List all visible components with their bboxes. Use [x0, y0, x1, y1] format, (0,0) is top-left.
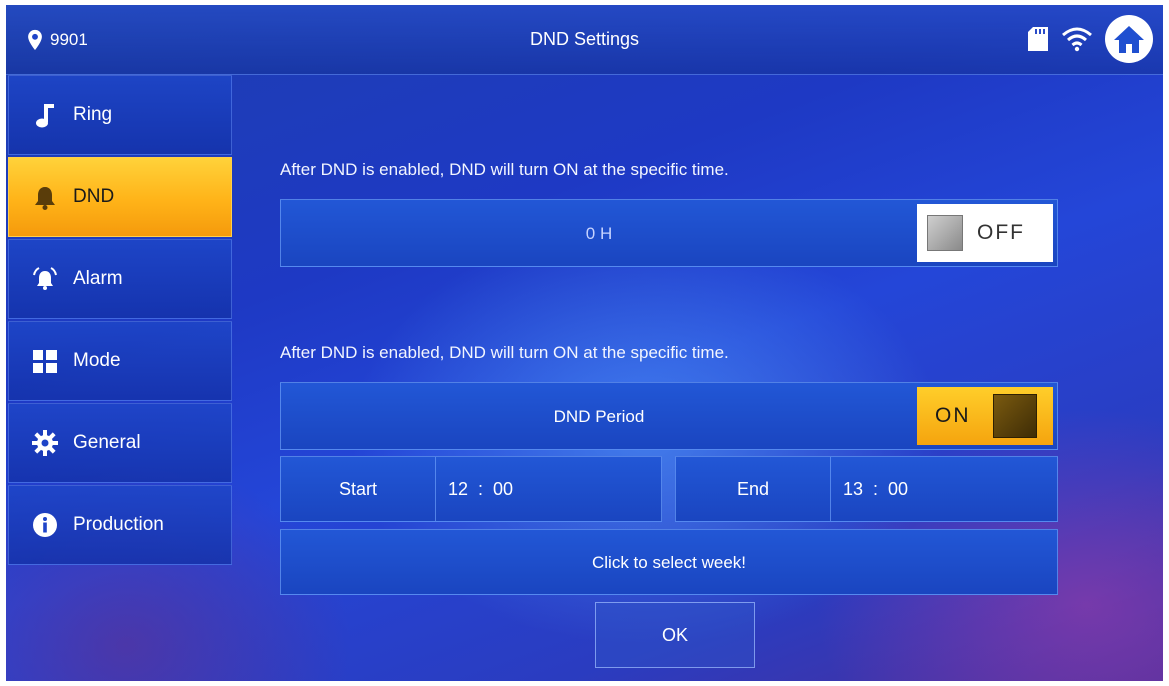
gear-icon — [32, 430, 58, 456]
ok-button-label: OK — [661, 624, 688, 645]
sidebar-item-production[interactable]: Production — [8, 485, 232, 565]
dnd-hint-text: After DND is enabled, DND will turn ON a… — [280, 160, 729, 179]
wifi-icon — [1062, 27, 1092, 52]
top-bar: 9901 DND Settings — [6, 5, 1163, 75]
sidebar-item-label: Production — [73, 514, 164, 535]
sidebar-item-label: DND — [73, 186, 115, 207]
home-icon — [1114, 26, 1144, 53]
screen: 9901 DND Settings Ring DND Alarm Mode Ge… — [6, 5, 1163, 681]
toggle-state-label: OFF — [977, 221, 1025, 244]
sidebar-item-ring[interactable]: Ring — [8, 75, 232, 155]
sidebar-item-dnd[interactable]: DND — [8, 157, 232, 237]
sidebar-item-alarm[interactable]: Alarm — [8, 239, 232, 319]
toggle-knob — [992, 394, 1037, 438]
dnd-duration-row: 0 H OFF — [280, 199, 1058, 267]
sidebar-item-general[interactable]: General — [8, 403, 232, 483]
end-minute: 00 — [888, 478, 909, 499]
select-week-button[interactable]: Click to select week! — [280, 529, 1058, 595]
start-hour: 12 — [448, 478, 469, 499]
start-minute: 00 — [493, 478, 514, 499]
bell-icon — [35, 187, 55, 210]
sd-card-icon — [1028, 27, 1048, 51]
sidebar: Ring DND Alarm Mode General Production — [8, 75, 232, 567]
sidebar-item-label: Mode — [73, 350, 121, 371]
sidebar-item-label: Alarm — [73, 268, 123, 289]
dnd-period-toggle[interactable]: ON — [917, 387, 1053, 445]
end-time-field[interactable]: End 13 : 00 — [675, 456, 1058, 522]
grid-icon — [33, 350, 57, 373]
start-label: Start — [281, 457, 436, 521]
dnd-period-row: DND Period ON — [280, 382, 1058, 450]
toggle-knob — [927, 215, 963, 251]
info-icon — [33, 513, 57, 537]
select-week-label: Click to select week! — [592, 553, 746, 572]
status-icons — [1027, 15, 1153, 63]
sidebar-item-label: General — [73, 432, 141, 453]
start-time-value[interactable]: 12 : 00 — [436, 457, 513, 521]
toggle-state-label: ON — [935, 404, 971, 427]
time-separator: : — [873, 478, 879, 499]
sidebar-item-label: Ring — [73, 104, 113, 125]
end-label: End — [676, 457, 831, 521]
end-hour: 13 — [843, 478, 864, 499]
alarm-icon — [33, 267, 57, 290]
sidebar-item-mode[interactable]: Mode — [8, 321, 232, 401]
dnd-duration-value: 0 H — [585, 224, 613, 243]
page-title: DND Settings — [529, 29, 640, 49]
dnd-period-hint-text: After DND is enabled, DND will turn ON a… — [280, 343, 729, 362]
music-note-icon — [36, 104, 54, 128]
dnd-period-label: DND Period — [553, 407, 645, 426]
ok-button[interactable]: OK — [595, 602, 755, 668]
dnd-toggle[interactable]: OFF — [917, 204, 1053, 262]
home-button[interactable] — [1105, 15, 1153, 63]
end-time-value[interactable]: 13 : 00 — [831, 457, 908, 521]
start-time-field[interactable]: Start 12 : 00 — [280, 456, 662, 522]
time-separator: : — [478, 478, 484, 499]
